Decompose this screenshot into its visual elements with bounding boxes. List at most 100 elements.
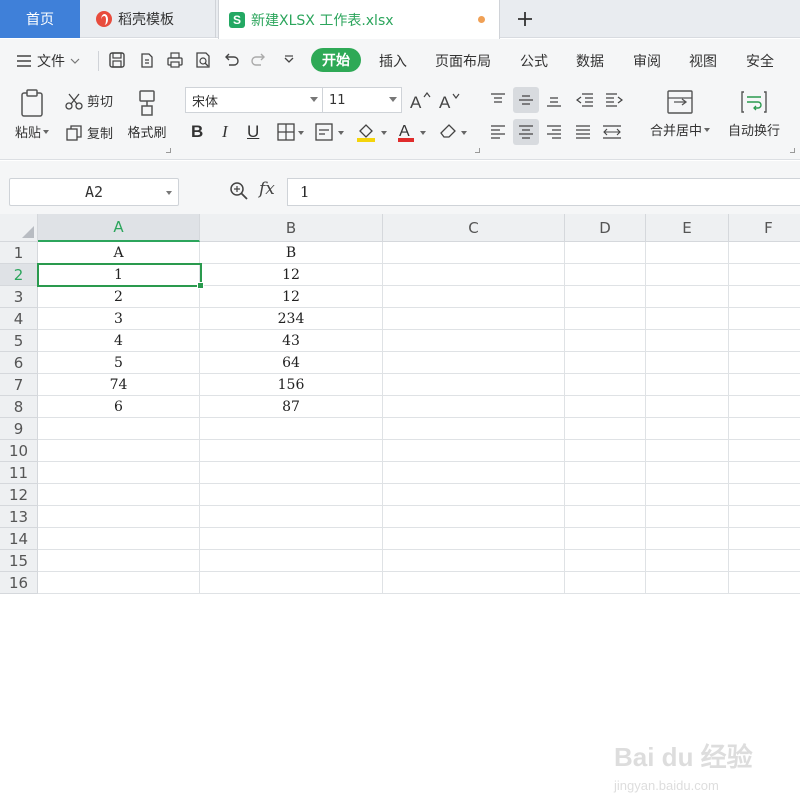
- borders-icon[interactable]: [277, 122, 305, 142]
- cell-d8[interactable]: [565, 396, 646, 418]
- row-header-15[interactable]: 15: [0, 550, 38, 572]
- redo-icon[interactable]: [250, 51, 268, 69]
- cell-b2[interactable]: 12: [200, 264, 383, 286]
- tab-templates[interactable]: 稻壳模板: [82, 0, 216, 38]
- row-header-7[interactable]: 7: [0, 374, 38, 396]
- cell-c8[interactable]: [383, 396, 565, 418]
- menu-view[interactable]: 视图: [689, 51, 717, 71]
- column-header-d[interactable]: D: [565, 214, 646, 242]
- cell-f10[interactable]: [729, 440, 800, 462]
- cell-c14[interactable]: [383, 528, 565, 550]
- column-header-e[interactable]: E: [646, 214, 729, 242]
- cell-d5[interactable]: [565, 330, 646, 352]
- cell-e2[interactable]: [646, 264, 729, 286]
- decrease-indent-button[interactable]: [572, 87, 598, 113]
- cell-d6[interactable]: [565, 352, 646, 374]
- copy-button[interactable]: 复制: [65, 123, 113, 142]
- menu-review[interactable]: 审阅: [633, 51, 661, 71]
- menu-formulas[interactable]: 公式: [520, 51, 548, 71]
- cell-b10[interactable]: [200, 440, 383, 462]
- menu-security[interactable]: 安全: [746, 51, 774, 71]
- column-header-c[interactable]: C: [383, 214, 565, 242]
- cell-e8[interactable]: [646, 396, 729, 418]
- cell-b3[interactable]: 12: [200, 286, 383, 308]
- cell-e6[interactable]: [646, 352, 729, 374]
- cell-f12[interactable]: [729, 484, 800, 506]
- decrease-font-size-icon[interactable]: A: [438, 90, 460, 112]
- cell-b6[interactable]: 64: [200, 352, 383, 374]
- row-header-8[interactable]: 8: [0, 396, 38, 418]
- wrap-text-button[interactable]: 自动换行: [724, 88, 784, 139]
- cell-a7[interactable]: 74: [38, 374, 200, 396]
- distributed-align-button[interactable]: [599, 119, 625, 145]
- align-center-button[interactable]: [513, 119, 539, 145]
- font-size-select[interactable]: 11: [322, 87, 402, 113]
- cell-c3[interactable]: [383, 286, 565, 308]
- cell-c5[interactable]: [383, 330, 565, 352]
- align-right-button[interactable]: [541, 119, 567, 145]
- cell-a5[interactable]: 4: [38, 330, 200, 352]
- align-middle-button[interactable]: [513, 87, 539, 113]
- cell-d15[interactable]: [565, 550, 646, 572]
- cell-e9[interactable]: [646, 418, 729, 440]
- cell-e7[interactable]: [646, 374, 729, 396]
- select-all-button[interactable]: [0, 214, 38, 242]
- menu-data[interactable]: 数据: [576, 51, 604, 71]
- cell-a16[interactable]: [38, 572, 200, 594]
- increase-indent-button[interactable]: [601, 87, 627, 113]
- row-header-3[interactable]: 3: [0, 286, 38, 308]
- menu-page-layout[interactable]: 页面布局: [435, 51, 491, 71]
- print-preview-icon[interactable]: [194, 51, 212, 69]
- row-header-2[interactable]: 2: [0, 264, 38, 286]
- clear-format-icon[interactable]: [438, 120, 470, 142]
- cell-e13[interactable]: [646, 506, 729, 528]
- cell-d11[interactable]: [565, 462, 646, 484]
- cell-c1[interactable]: [383, 242, 565, 264]
- cell-c13[interactable]: [383, 506, 565, 528]
- font-name-select[interactable]: 宋体: [185, 87, 323, 113]
- cell-c15[interactable]: [383, 550, 565, 572]
- cell-f14[interactable]: [729, 528, 800, 550]
- cell-style-icon[interactable]: [315, 122, 345, 142]
- cell-e11[interactable]: [646, 462, 729, 484]
- cell-d14[interactable]: [565, 528, 646, 550]
- cell-a12[interactable]: [38, 484, 200, 506]
- cell-e15[interactable]: [646, 550, 729, 572]
- cell-a14[interactable]: [38, 528, 200, 550]
- cell-b7[interactable]: 156: [200, 374, 383, 396]
- cell-e1[interactable]: [646, 242, 729, 264]
- cell-a3[interactable]: 2: [38, 286, 200, 308]
- row-header-16[interactable]: 16: [0, 572, 38, 594]
- cell-f16[interactable]: [729, 572, 800, 594]
- cell-b12[interactable]: [200, 484, 383, 506]
- cell-f2[interactable]: [729, 264, 800, 286]
- row-header-4[interactable]: 4: [0, 308, 38, 330]
- cell-e16[interactable]: [646, 572, 729, 594]
- cell-e4[interactable]: [646, 308, 729, 330]
- cell-f5[interactable]: [729, 330, 800, 352]
- italic-button[interactable]: I: [222, 122, 228, 142]
- save-icon[interactable]: [108, 51, 126, 69]
- tab-home[interactable]: 首页: [0, 0, 80, 38]
- cell-a1[interactable]: A: [38, 242, 200, 264]
- cell-d9[interactable]: [565, 418, 646, 440]
- cell-d10[interactable]: [565, 440, 646, 462]
- cell-b4[interactable]: 234: [200, 308, 383, 330]
- menu-start[interactable]: 开始: [311, 48, 361, 72]
- row-header-13[interactable]: 13: [0, 506, 38, 528]
- align-top-button[interactable]: [485, 87, 511, 113]
- cell-c2[interactable]: [383, 264, 565, 286]
- cell-f8[interactable]: [729, 396, 800, 418]
- row-header-11[interactable]: 11: [0, 462, 38, 484]
- cell-c4[interactable]: [383, 308, 565, 330]
- row-header-10[interactable]: 10: [0, 440, 38, 462]
- increase-font-size-icon[interactable]: A: [409, 90, 431, 112]
- paste-button[interactable]: 粘贴: [12, 88, 52, 141]
- cell-f7[interactable]: [729, 374, 800, 396]
- cell-b16[interactable]: [200, 572, 383, 594]
- cell-c16[interactable]: [383, 572, 565, 594]
- font-dialog-launcher[interactable]: [475, 148, 480, 153]
- cell-b15[interactable]: [200, 550, 383, 572]
- cell-f3[interactable]: [729, 286, 800, 308]
- column-header-a[interactable]: A: [38, 214, 200, 242]
